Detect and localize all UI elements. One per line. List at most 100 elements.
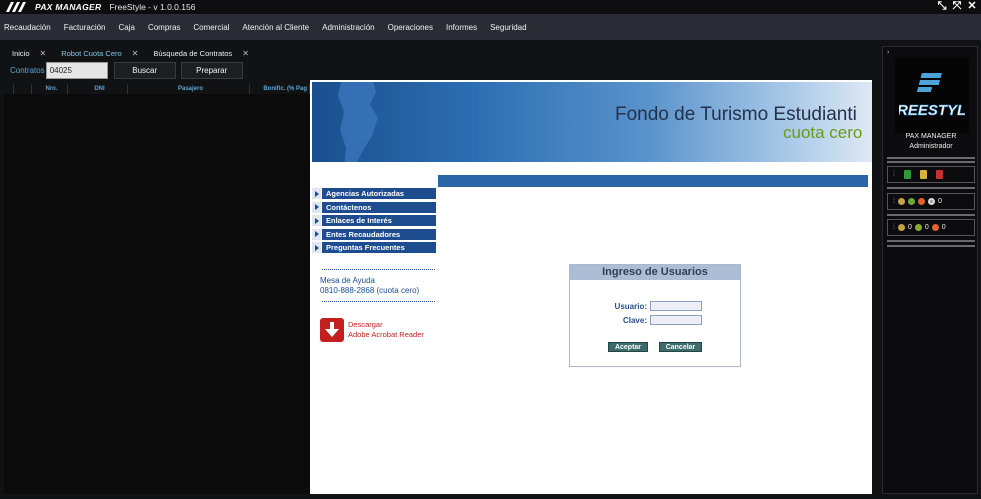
close-tab-icon[interactable]: ✕ [242, 49, 249, 58]
minimize-icon[interactable]: ⤡ [937, 1, 947, 12]
restore-icon[interactable]: ⤧ [952, 1, 962, 12]
aceptar-button[interactable]: Aceptar [608, 342, 648, 352]
menu-compras[interactable]: Compras [148, 23, 180, 32]
app-logo: PAX MANAGER [6, 0, 101, 14]
content-top-bar [438, 175, 868, 187]
help-phone: 0810-888-2868 (cuota cero) [320, 286, 420, 295]
tab-robot-cuota-cero[interactable]: Robot Cuota Cero ✕ [53, 47, 143, 60]
menu-bar: Recaudación Facturación Caja Compras Com… [0, 14, 981, 40]
menu-atencion-cliente[interactable]: Atención al Cliente [242, 23, 309, 32]
contract-toolbar: Contratos Buscar Preparar [4, 61, 243, 79]
yellow-folder-icon[interactable] [919, 170, 927, 179]
help-title: Mesa de Ayuda [320, 276, 376, 285]
user-role: Administrador [909, 143, 953, 150]
green-folder-icon[interactable] [903, 170, 911, 179]
login-box: Ingreso de Usuarios Usuario: Clave: Acep… [569, 264, 741, 367]
counter-2: 0 [924, 224, 929, 231]
arrow-right-icon [312, 242, 321, 253]
embedded-browser: Fondo de Turismo Estudianti cuota cero A… [310, 80, 872, 494]
menu-administracion[interactable]: Administración [322, 23, 374, 32]
menu-recaudacion[interactable]: Recaudación [4, 23, 51, 32]
collapse-arrow-icon[interactable]: › [887, 49, 977, 56]
document-tabs: Inicio ✕ Robot Cuota Cero ✕ Búsqueda de … [4, 47, 256, 60]
site-banner: Fondo de Turismo Estudianti cuota cero [312, 82, 872, 162]
divider [887, 161, 975, 163]
user-icon [897, 224, 905, 231]
grid-col-pasajero[interactable]: Pasajero [128, 84, 250, 94]
group-icon [914, 224, 922, 231]
user-name: PAX MANAGER [905, 133, 957, 140]
heart-icon [931, 224, 939, 231]
drag-handle-icon[interactable]: ⁞ [893, 224, 895, 231]
nav-label: Agencias Autorizadas [322, 188, 436, 199]
user-label: Usuario: [614, 301, 647, 311]
status-widget[interactable]: ⁞ 0 [887, 193, 975, 210]
status-count: 0 [937, 198, 942, 205]
contratos-input[interactable] [45, 61, 108, 79]
counters-widget[interactable]: ⁞ 0 0 0 [887, 219, 975, 236]
menu-seguridad[interactable]: Seguridad [490, 23, 526, 32]
counter-3: 0 [941, 224, 946, 231]
nav-label: Enlaces de Interés [322, 215, 436, 226]
menu-informes[interactable]: Informes [446, 23, 477, 32]
close-tab-icon[interactable]: ✕ [132, 49, 139, 58]
acrobat-link[interactable]: Adobe Acrobat Reader [348, 330, 424, 339]
grid-col-select[interactable] [4, 84, 14, 94]
grid-header: Nro. DNI Pasajero Bonific. (% Pag [4, 84, 310, 94]
menu-caja[interactable]: Caja [119, 23, 135, 32]
password-input[interactable] [650, 315, 702, 325]
arrow-right-icon [312, 215, 321, 226]
nav-enlaces[interactable]: Enlaces de Interés [312, 215, 436, 226]
arrow-right-icon [312, 201, 321, 213]
nav-label: Contáctenos [322, 201, 436, 213]
svg-text:FREESTYLE: FREESTYLE [899, 102, 965, 119]
nav-agencias[interactable]: Agencias Autorizadas [312, 188, 436, 199]
grid-body [4, 94, 310, 494]
gear-icon [927, 198, 935, 205]
divider [887, 187, 975, 189]
banner-subtitle: cuota cero [783, 123, 863, 142]
divider [887, 245, 975, 247]
tab-label: Inicio [12, 49, 30, 58]
login-title: Ingreso de Usuarios [570, 265, 740, 280]
red-folder-icon[interactable] [935, 170, 943, 179]
buscar-button[interactable]: Buscar [113, 61, 176, 79]
tab-label: Búsqueda de Contratos [153, 49, 233, 58]
contratos-label: Contratos [10, 65, 45, 75]
cancelar-button[interactable]: Cancelar [659, 342, 702, 352]
site-nav: Agencias Autorizadas Contáctenos Enlaces… [312, 188, 436, 256]
nav-contactenos[interactable]: Contáctenos [312, 201, 436, 213]
documents-widget[interactable]: ⁞ [887, 166, 975, 183]
window-controls: ⤡ ⤧ ✕ [937, 1, 977, 12]
menu-comercial[interactable]: Comercial [193, 23, 229, 32]
arrow-right-icon [312, 228, 321, 240]
close-tab-icon[interactable]: ✕ [40, 49, 47, 58]
tab-inicio[interactable]: Inicio ✕ [4, 47, 51, 60]
divider [887, 214, 975, 216]
arrow-right-icon [312, 188, 321, 199]
grid-col-dni[interactable]: DNI [68, 84, 128, 94]
user-input[interactable] [650, 301, 702, 311]
nav-label: Entes Recaudadores [322, 228, 436, 240]
pax-logo-icon [6, 2, 34, 12]
counter-1: 0 [907, 224, 912, 231]
heart-icon [917, 198, 925, 205]
drag-handle-icon[interactable]: ⁞ [893, 171, 895, 178]
nav-preguntas[interactable]: Preguntas Frecuentes [312, 242, 436, 253]
preparar-button[interactable]: Preparar [180, 61, 243, 79]
nav-label: Preguntas Frecuentes [322, 242, 436, 253]
divider [887, 157, 975, 159]
menu-facturacion[interactable]: Facturación [64, 23, 106, 32]
tab-busqueda-contratos[interactable]: Búsqueda de Contratos ✕ [145, 47, 254, 60]
nav-entes[interactable]: Entes Recaudadores [312, 228, 436, 240]
close-icon[interactable]: ✕ [967, 1, 977, 12]
grid-col-bonific[interactable]: Bonific. (% Pag [250, 84, 310, 94]
drag-handle-icon[interactable]: ⁞ [893, 198, 895, 205]
freestyle-logo: FREESTYLE [895, 57, 969, 133]
menu-operaciones[interactable]: Operaciones [388, 23, 433, 32]
group-icon [907, 198, 915, 205]
download-link[interactable]: Descargar [348, 320, 383, 329]
title-bar: PAX MANAGER FreeStyle - v 1.0.0.156 ⤡ ⤧ … [0, 0, 981, 14]
grid-col-nro[interactable]: Nro. [32, 84, 68, 94]
download-arrow-icon[interactable] [320, 318, 344, 342]
